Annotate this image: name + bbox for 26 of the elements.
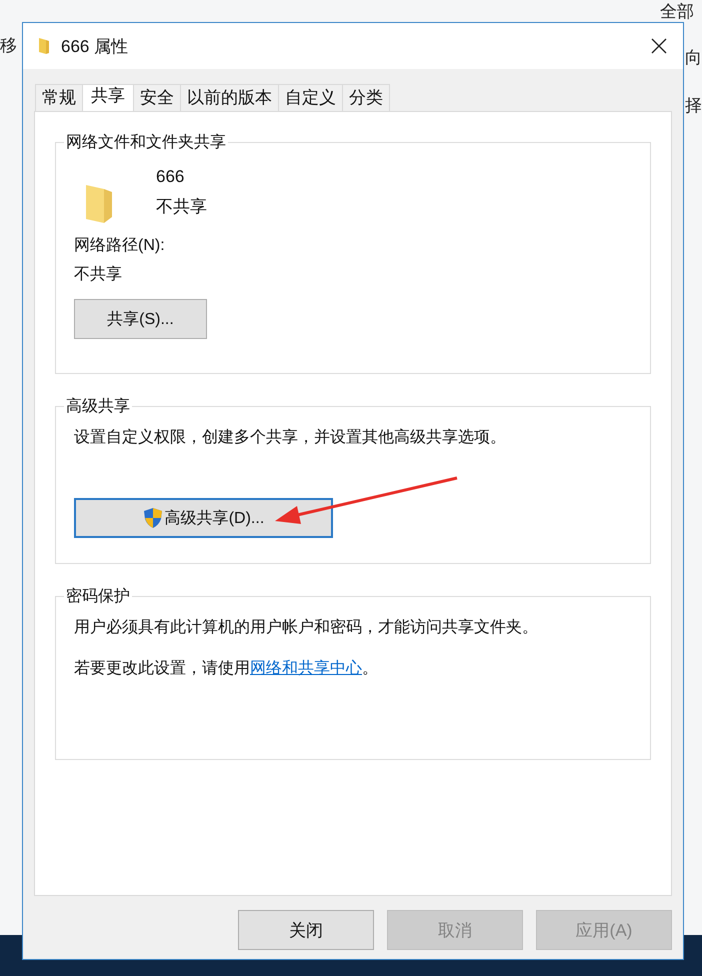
shield-icon: [142, 507, 163, 529]
field-label: 网络路径(N):: [74, 236, 166, 256]
ribbon-label: 择: [685, 95, 702, 117]
tab[interactable]: 常规: [35, 84, 83, 111]
network-center-link[interactable]: 网络和共享中心: [250, 660, 362, 677]
network-path: 不共享: [74, 264, 123, 285]
description-text: 用户必须具有此计算机的用户帐户和密码，才能访问共享文件夹。: [74, 618, 539, 638]
folder-icon: [37, 36, 51, 56]
tab[interactable]: 共享: [82, 84, 134, 111]
advanced-sharing-button[interactable]: 高级共享(D)...: [74, 498, 333, 538]
folder-icon: [84, 183, 114, 225]
ribbon-label: 全部: [660, 1, 694, 23]
tab[interactable]: 分类: [342, 84, 390, 111]
share-status: 不共享: [156, 196, 207, 218]
group-title: 高级共享: [65, 396, 131, 417]
description-text: 设置自定义权限，创建多个共享，并设置其他高级共享选项。: [74, 428, 507, 448]
share-button[interactable]: 共享(S)...: [74, 299, 207, 339]
close-icon[interactable]: [651, 38, 667, 54]
dialog-button[interactable]: 关闭: [238, 910, 374, 950]
group-title: 密码保护: [65, 586, 131, 607]
group-title: 网络文件和文件夹共享: [65, 132, 227, 153]
ribbon-label: 向: [685, 47, 702, 69]
window-title: 666 属性: [61, 36, 130, 58]
change-setting-text: 若要更改此设置，请使用网络和共享中心。: [74, 658, 379, 679]
folder-name: 666: [156, 167, 186, 187]
ribbon-label: 移: [0, 35, 17, 57]
